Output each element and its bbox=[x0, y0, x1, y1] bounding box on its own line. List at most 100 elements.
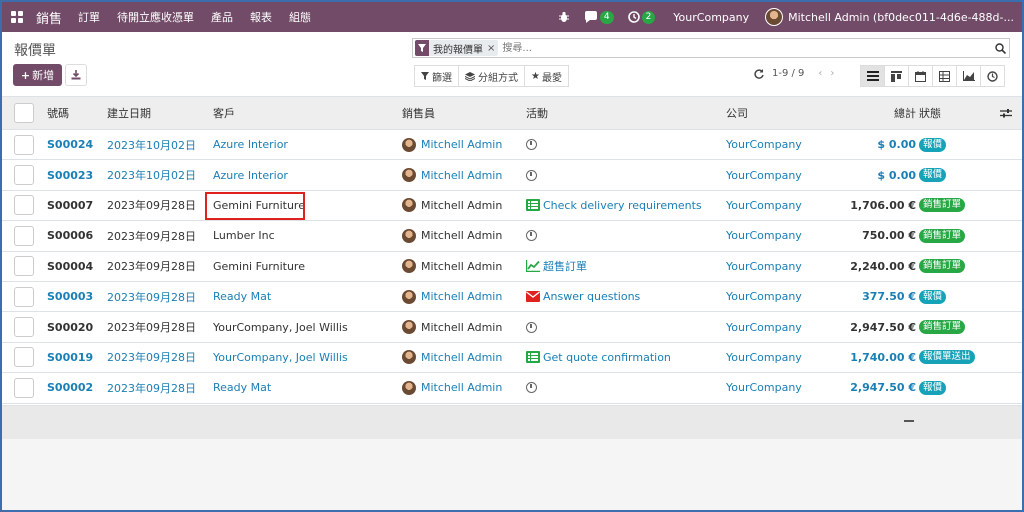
column-header-date[interactable]: 建立日期 bbox=[107, 97, 151, 129]
table-row[interactable]: S00023 2023年10月02日 Azure Interior Mitchell … bbox=[2, 160, 1022, 191]
row-checkbox[interactable] bbox=[14, 347, 34, 368]
pivot-view-button[interactable] bbox=[932, 65, 957, 87]
search-input[interactable] bbox=[502, 40, 991, 56]
new-button[interactable]: + 新增 bbox=[13, 64, 62, 86]
order-total: 377.50 € bbox=[862, 290, 916, 304]
table-row[interactable]: S00002 2023年09月28日 Ready Mat Mitchell Admin… bbox=[2, 373, 1022, 404]
activity-cell[interactable]: Get quote confirmation bbox=[526, 343, 671, 372]
column-header-status[interactable]: 狀態 bbox=[919, 97, 941, 129]
row-checkbox[interactable] bbox=[14, 317, 34, 338]
menu-reporting[interactable]: 報表 bbox=[250, 9, 272, 25]
activity-icon[interactable] bbox=[526, 321, 537, 333]
row-checkbox[interactable] bbox=[14, 165, 34, 186]
list-view-button[interactable] bbox=[860, 65, 885, 87]
table-row[interactable]: S00020 2023年09月28日 YourCompany, Joel Willi… bbox=[2, 312, 1022, 343]
column-header-number[interactable]: 號碼 bbox=[47, 97, 69, 129]
company-name: YourCompany bbox=[726, 290, 802, 304]
table-row[interactable]: S00019 2023年09月28日 YourCompany, Joel Willi… bbox=[2, 343, 1022, 374]
column-header-activity[interactable]: 活動 bbox=[526, 97, 548, 129]
row-checkbox[interactable] bbox=[14, 256, 34, 277]
apps-menu-button[interactable] bbox=[2, 2, 32, 32]
order-number: S00006 bbox=[47, 229, 94, 243]
company-name: YourCompany bbox=[726, 381, 802, 395]
pager-next-icon[interactable]: › bbox=[830, 68, 834, 79]
debug-button[interactable] bbox=[558, 11, 570, 23]
customer-name: Azure Interior bbox=[213, 168, 288, 182]
clock-icon bbox=[526, 230, 537, 242]
app-brand[interactable]: 銷售 bbox=[36, 8, 62, 27]
activity-cell[interactable] bbox=[526, 221, 540, 250]
activity-cell[interactable]: 超售訂單 bbox=[526, 252, 587, 281]
column-header-salesperson[interactable]: 銷售員 bbox=[402, 97, 435, 129]
navbar-systray: 4 2 YourCompany Mitchell Admin (bf0dec01… bbox=[544, 2, 1022, 32]
activity-cell[interactable]: Check delivery requirements bbox=[526, 191, 702, 220]
row-checkbox[interactable] bbox=[14, 225, 34, 246]
menu-products[interactable]: 產品 bbox=[211, 9, 233, 25]
pager-value[interactable]: 1-9 / 9 bbox=[772, 68, 804, 79]
activity-icon[interactable] bbox=[526, 351, 540, 364]
activity-icon[interactable] bbox=[526, 291, 540, 303]
favorites-button[interactable]: ★ 最愛 bbox=[524, 65, 569, 87]
search-button[interactable] bbox=[991, 42, 1009, 54]
facet-remove-icon[interactable]: × bbox=[487, 43, 498, 54]
pager-previous-icon[interactable]: ‹ bbox=[818, 68, 822, 79]
messages-button[interactable]: 4 bbox=[584, 10, 614, 24]
activity-cell[interactable] bbox=[526, 312, 540, 341]
menu-configuration[interactable]: 組態 bbox=[289, 9, 311, 25]
activity-cell[interactable] bbox=[526, 160, 540, 189]
user-menu[interactable]: Mitchell Admin (bf0dec011-4d6e-488d-... bbox=[788, 11, 1014, 24]
row-checkbox[interactable] bbox=[14, 377, 34, 398]
activity-view-button[interactable] bbox=[980, 65, 1005, 87]
activities-button[interactable]: 2 bbox=[627, 10, 656, 24]
order-number: S00019 bbox=[47, 350, 94, 364]
graph-view-button[interactable] bbox=[956, 65, 981, 87]
table-row[interactable]: S00004 2023年09月28日 Gemini Furniture Mitchel… bbox=[2, 252, 1022, 282]
order-number: S00007 bbox=[47, 198, 94, 212]
order-total: 2,947.50 € bbox=[850, 381, 916, 395]
company-name: YourCompany bbox=[726, 168, 802, 182]
company-switcher[interactable]: YourCompany bbox=[673, 11, 749, 24]
chat-icon bbox=[584, 11, 597, 23]
kanban-view-button[interactable] bbox=[884, 65, 909, 87]
search-facet[interactable]: 我的報價單 × bbox=[415, 40, 499, 56]
row-checkbox[interactable] bbox=[14, 134, 34, 155]
salesperson-name: Mitchell Admin bbox=[421, 290, 503, 304]
company-name: YourCompany bbox=[726, 198, 802, 212]
user-avatar[interactable] bbox=[765, 8, 784, 26]
row-checkbox[interactable] bbox=[14, 286, 34, 307]
filter-icon bbox=[421, 72, 429, 80]
activity-icon[interactable] bbox=[526, 260, 540, 273]
salesperson-cell: Mitchell Admin bbox=[402, 191, 502, 220]
table-row[interactable]: S00003 2023年09月28日 Ready Mat Mitchell Admin… bbox=[2, 282, 1022, 313]
activity-cell[interactable] bbox=[526, 373, 540, 402]
sliders-icon bbox=[1000, 109, 1012, 118]
optional-columns-button[interactable] bbox=[1000, 97, 1012, 129]
refresh-icon[interactable] bbox=[754, 68, 764, 79]
row-select-cell bbox=[14, 312, 34, 341]
activity-icon[interactable] bbox=[526, 199, 540, 212]
export-button[interactable] bbox=[65, 64, 87, 86]
menu-orders[interactable]: 訂單 bbox=[78, 9, 100, 25]
table-row[interactable]: S00007 2023年09月28日 Gemini Furniture Mitchel… bbox=[2, 191, 1022, 222]
activity-icon[interactable] bbox=[526, 169, 537, 181]
search-bar[interactable]: 我的報價單 × bbox=[412, 38, 1010, 58]
activity-icon[interactable] bbox=[526, 382, 537, 394]
table-header: 號碼 建立日期 客戶 銷售員 活動 公司 總計 狀態 bbox=[2, 96, 1022, 130]
select-all-checkbox[interactable] bbox=[14, 103, 34, 123]
activity-icon[interactable] bbox=[526, 230, 537, 242]
table-row[interactable]: S00024 2023年10月02日 Azure Interior Mitchell … bbox=[2, 130, 1022, 161]
filters-button[interactable]: 篩選 bbox=[414, 65, 459, 87]
plus-icon: + bbox=[20, 68, 31, 82]
groupby-button[interactable]: 分組方式 bbox=[458, 65, 525, 87]
apps-grid-icon bbox=[11, 11, 23, 23]
column-header-customer[interactable]: 客戶 bbox=[213, 97, 235, 129]
activity-cell[interactable] bbox=[526, 130, 540, 159]
activity-icon[interactable] bbox=[526, 139, 537, 151]
column-header-company[interactable]: 公司 bbox=[726, 97, 748, 129]
activity-cell[interactable]: Answer questions bbox=[526, 282, 640, 311]
column-header-total[interactable]: 總計 bbox=[894, 97, 916, 129]
menu-to-invoice[interactable]: 待開立應收憑單 bbox=[117, 9, 194, 25]
calendar-view-button[interactable] bbox=[908, 65, 933, 87]
row-checkbox[interactable] bbox=[14, 195, 34, 216]
table-row[interactable]: S00006 2023年09月28日 Lumber Inc Mitchell Admi… bbox=[2, 221, 1022, 252]
